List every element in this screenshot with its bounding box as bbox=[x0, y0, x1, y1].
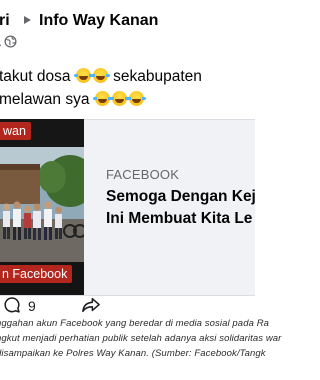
image-caption-line-1: nggahan akun Facebook yang beredar di me… bbox=[0, 318, 270, 329]
share-icon[interactable] bbox=[81, 296, 101, 314]
image-caption-line-2: ngkut menjadi perhatian publik setelah a… bbox=[0, 333, 282, 344]
image-caption-line-3: disampaikan ke Polres Way Kanan. (Sumber… bbox=[0, 348, 266, 359]
card-divider bbox=[0, 295, 255, 296]
laughing-emoji-icon bbox=[109, 91, 129, 106]
post-text-line-2: melawan sya bbox=[0, 91, 146, 109]
author-name[interactable]: ri bbox=[0, 12, 10, 30]
post-text-segment: takut dosa bbox=[0, 68, 71, 85]
post-text-segment: melawan sya bbox=[0, 91, 90, 108]
comment-count[interactable]: 9 bbox=[28, 298, 36, 314]
thumbnail-bottom-label: n Facebook bbox=[0, 265, 73, 283]
link-preview-thumbnail[interactable]: wan n Facebook bbox=[0, 119, 84, 295]
link-title-line-1[interactable]: Semoga Dengan Kej bbox=[106, 188, 256, 206]
laughing-emoji-icon bbox=[73, 68, 93, 83]
link-title-line-2[interactable]: Ini Membuat Kita Le bbox=[106, 210, 252, 228]
comment-icon[interactable] bbox=[3, 296, 21, 314]
laughing-emoji-icon bbox=[92, 91, 112, 106]
thumbnail-top-label: wan bbox=[0, 122, 31, 140]
meta-separator: · bbox=[0, 37, 2, 52]
post-text-line-1: takut dosa sekabupaten bbox=[0, 68, 202, 86]
caret-right-icon bbox=[24, 16, 31, 24]
link-source-domain: FACEBOOK bbox=[106, 167, 180, 182]
group-name[interactable]: Info Way Kanan bbox=[39, 12, 158, 30]
laughing-emoji-icon bbox=[126, 91, 146, 106]
laughing-emoji-icon bbox=[90, 68, 110, 83]
globe-icon bbox=[4, 35, 17, 48]
post-text-segment: sekabupaten bbox=[113, 68, 202, 85]
